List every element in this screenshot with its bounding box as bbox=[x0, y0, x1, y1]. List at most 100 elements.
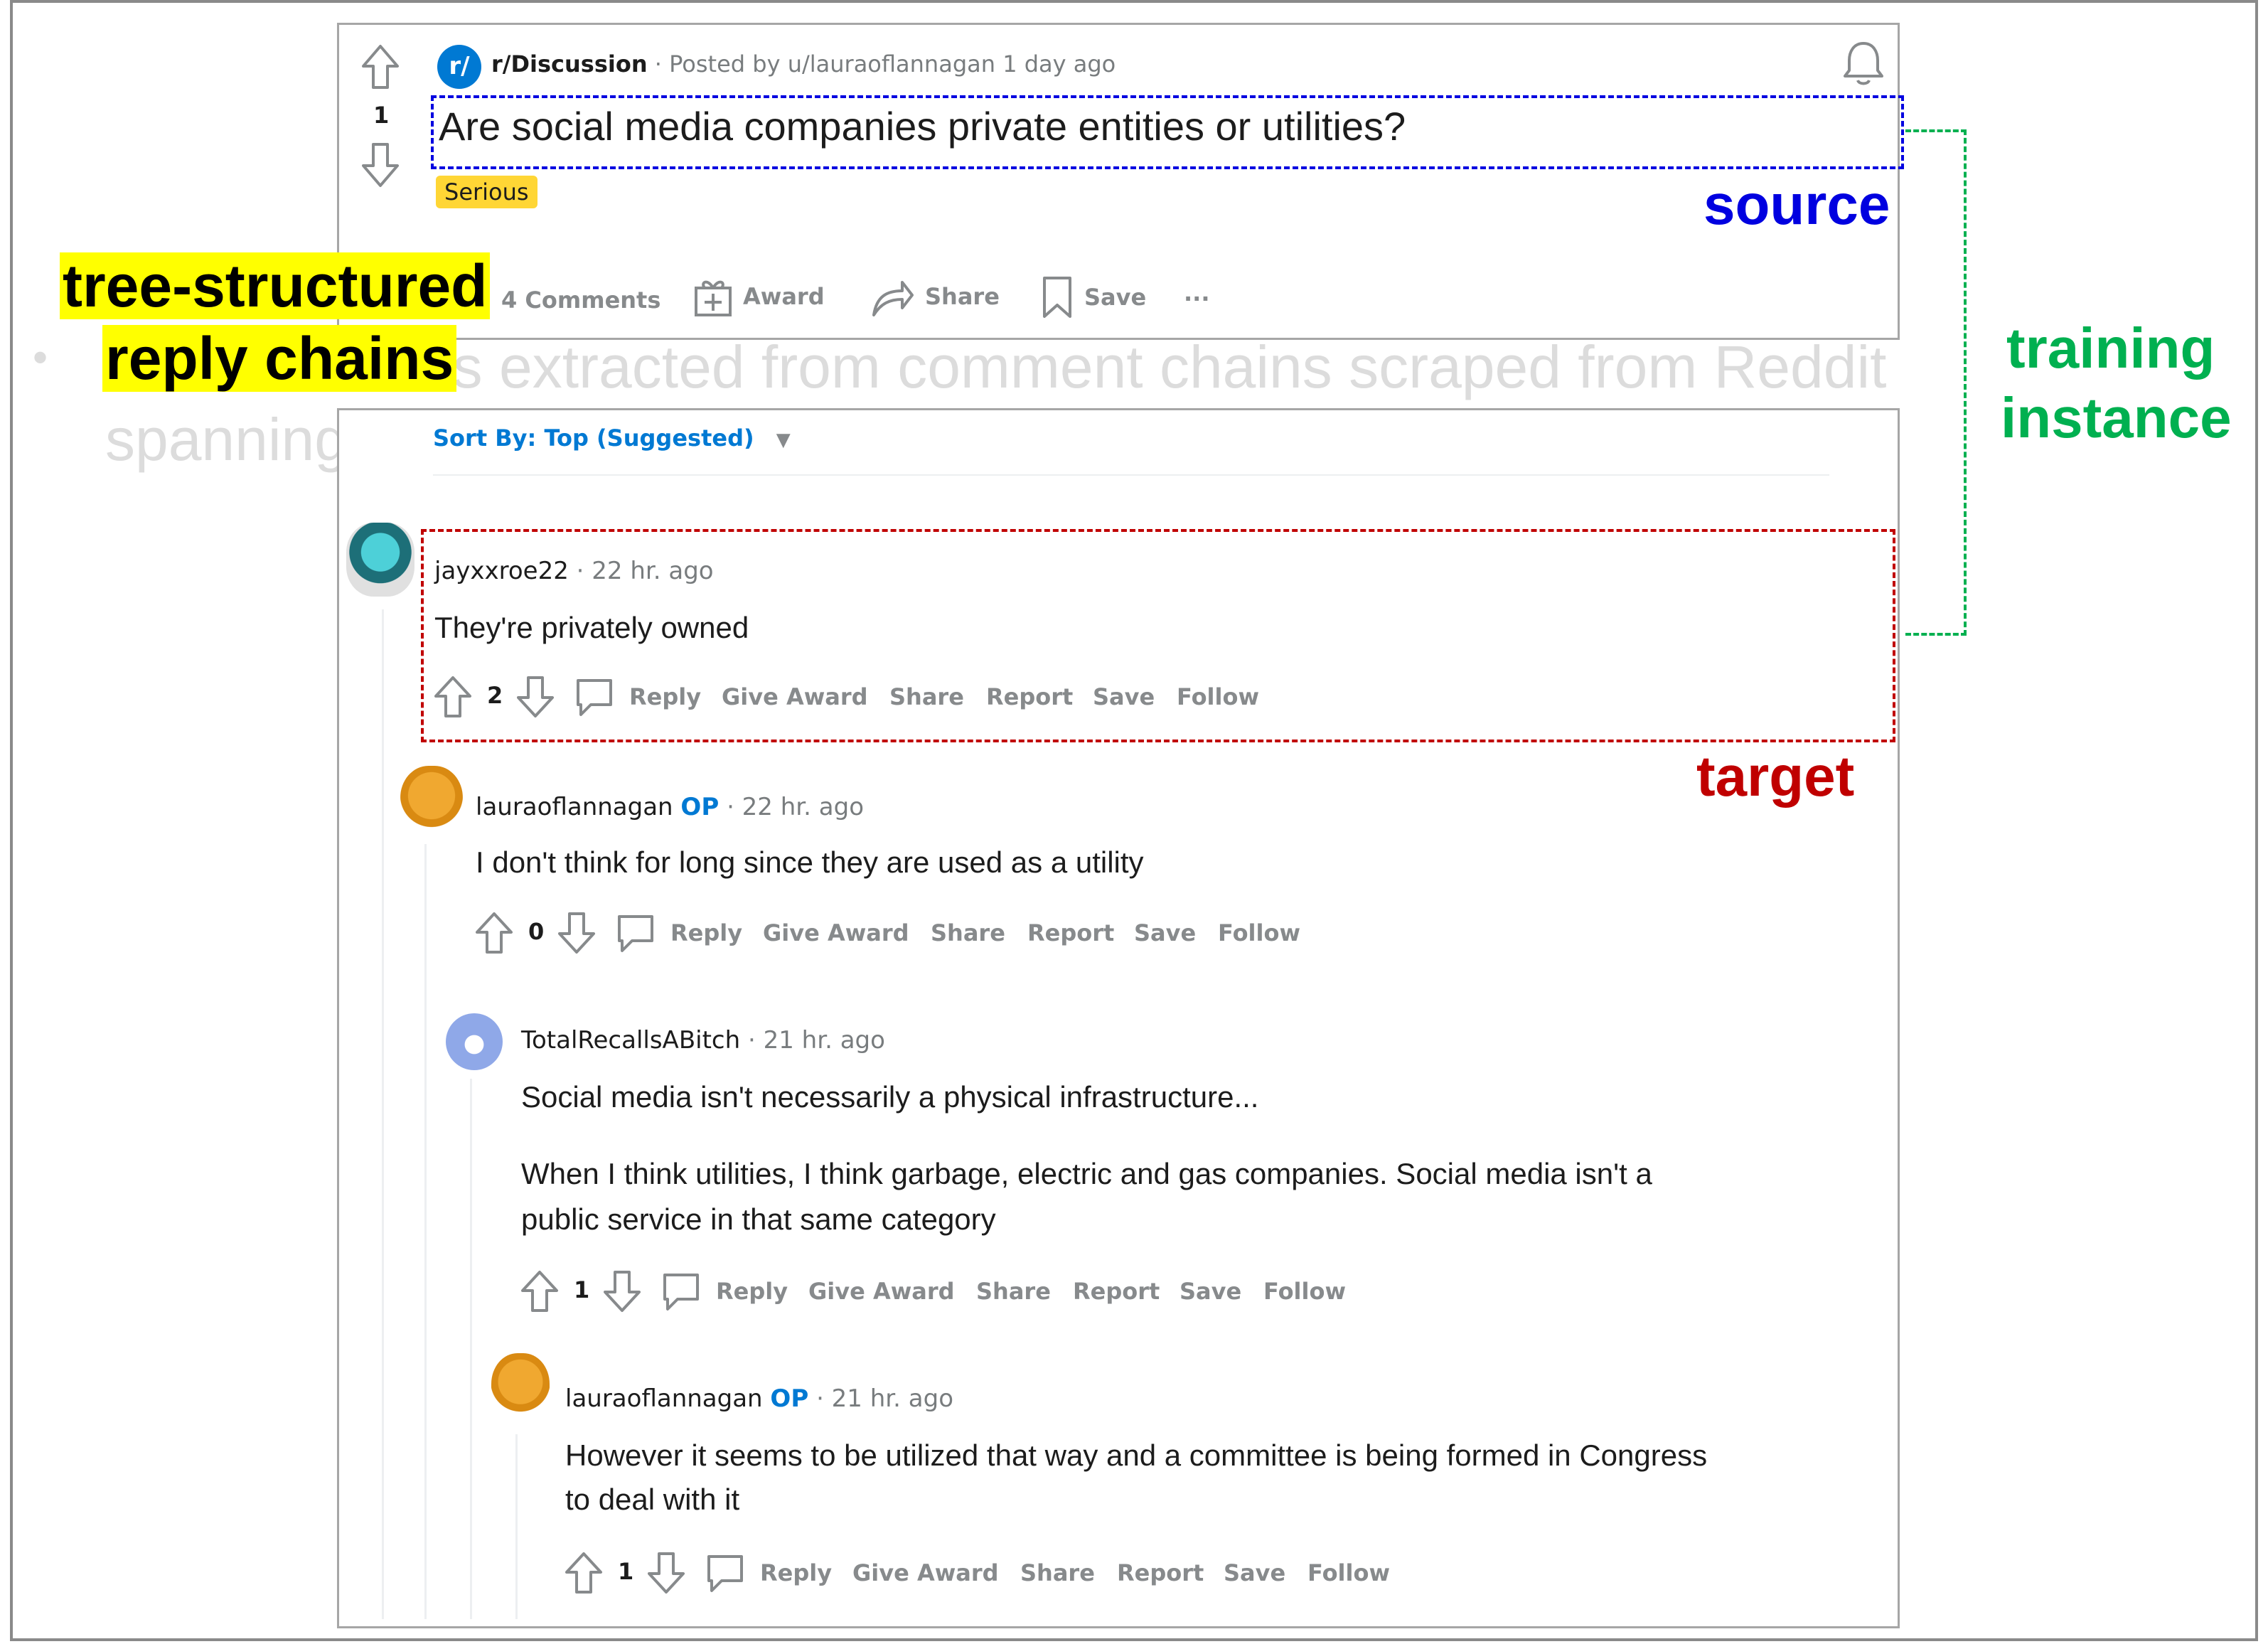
background-text-line2: spanning bbox=[105, 406, 348, 473]
avatar[interactable] bbox=[491, 1353, 550, 1421]
reply-button[interactable]: Reply bbox=[670, 919, 742, 946]
reply-button[interactable]: Reply bbox=[716, 1278, 788, 1305]
comment-body: I don't think for long since they are us… bbox=[476, 845, 1144, 879]
post-card: 1 r/ r/Discussion · Posted by u/lauraofl… bbox=[337, 23, 1900, 340]
thread-line bbox=[470, 1079, 472, 1619]
save-button[interactable]: Save bbox=[1040, 275, 1146, 319]
vote-count: 1 bbox=[618, 1558, 634, 1585]
upvote-icon[interactable] bbox=[360, 43, 400, 90]
training-label-line1: training bbox=[2006, 316, 2215, 380]
thread-line bbox=[382, 609, 384, 1619]
comment-time[interactable]: · 21 hr. ago bbox=[748, 1026, 885, 1055]
bookmark-icon bbox=[1043, 277, 1071, 318]
comment-icon bbox=[707, 1555, 743, 1592]
reply-label: Reply bbox=[716, 1278, 788, 1305]
give-award-label: Give Award bbox=[808, 1278, 955, 1305]
give-award-button[interactable]: Give Award bbox=[808, 1278, 955, 1305]
chevron-down-icon: ▼ bbox=[776, 429, 791, 451]
background-bullet: • bbox=[33, 333, 48, 381]
comment-actions: 0 Reply Give Award Share Report Save Fol… bbox=[469, 909, 1464, 959]
follow-button[interactable]: Follow bbox=[1263, 1278, 1346, 1305]
save-button[interactable]: Save bbox=[1134, 919, 1196, 946]
reply-label: Reply bbox=[670, 919, 743, 946]
comment-author: TotalRecallsABitch · 21 hr. ago bbox=[521, 1026, 885, 1055]
avatar[interactable] bbox=[346, 523, 414, 597]
share-button[interactable]: Share bbox=[931, 919, 1005, 946]
sort-dropdown[interactable]: Sort By: Top (Suggested) ▼ bbox=[433, 425, 791, 452]
downvote-icon[interactable] bbox=[646, 1551, 686, 1595]
give-award-label: Give Award bbox=[763, 919, 909, 946]
share-icon bbox=[872, 281, 914, 316]
comment-author: lauraoflannagan OP · 21 hr. ago bbox=[565, 1384, 953, 1413]
tree-label-line2: reply chains bbox=[102, 324, 457, 393]
downvote-icon[interactable] bbox=[602, 1269, 642, 1313]
username[interactable]: lauraoflannagan bbox=[476, 793, 673, 821]
more-icon: ··· bbox=[1184, 285, 1210, 312]
comment-body: public service in that same category bbox=[521, 1202, 996, 1236]
comment-actions: 1 Reply Give Award Share Report Save Fol… bbox=[558, 1549, 1553, 1599]
subreddit-icon[interactable]: r/ bbox=[437, 45, 481, 89]
vote-count: 0 bbox=[528, 918, 545, 945]
avatar[interactable] bbox=[446, 1013, 503, 1070]
share-button[interactable]: Share bbox=[976, 1278, 1051, 1305]
save-button[interactable]: Save bbox=[1180, 1278, 1241, 1305]
upvote-icon[interactable] bbox=[564, 1551, 604, 1595]
downvote-icon[interactable] bbox=[360, 142, 400, 188]
award-icon bbox=[695, 280, 732, 316]
comment-body: to deal with it bbox=[565, 1483, 740, 1516]
comment-body: However it seems to be utilized that way… bbox=[565, 1438, 1708, 1472]
comment-author: lauraoflannagan OP · 22 hr. ago bbox=[476, 793, 864, 821]
share-button[interactable]: Share bbox=[870, 275, 1000, 318]
reply-label: Reply bbox=[760, 1559, 833, 1586]
save-button[interactable]: Save bbox=[1224, 1559, 1285, 1586]
op-badge: OP bbox=[770, 1384, 809, 1413]
target-label: target bbox=[1696, 744, 1855, 808]
source-box bbox=[431, 95, 1904, 169]
username[interactable]: TotalRecallsABitch bbox=[521, 1026, 740, 1055]
comment-body: When I think utilities, I think garbage,… bbox=[521, 1157, 1652, 1190]
username[interactable]: lauraoflannagan bbox=[565, 1384, 763, 1413]
follow-label: Follow bbox=[1263, 1278, 1347, 1305]
save-label: Save bbox=[1180, 1278, 1242, 1305]
share-button[interactable]: Share bbox=[1020, 1559, 1095, 1586]
posted-by[interactable]: · Posted by u/lauraoflannagan 1 day ago bbox=[655, 50, 1116, 78]
follow-label: Follow bbox=[1307, 1559, 1391, 1586]
report-button[interactable]: Report bbox=[1027, 919, 1114, 946]
report-label: Report bbox=[1027, 919, 1115, 946]
report-label: Report bbox=[1117, 1559, 1204, 1586]
report-button[interactable]: Report bbox=[1073, 1278, 1160, 1305]
comment-time[interactable]: · 22 hr. ago bbox=[727, 793, 864, 821]
follow-button[interactable]: Follow bbox=[1218, 919, 1300, 946]
avatar[interactable] bbox=[400, 766, 463, 837]
tree-label-text2: reply chains bbox=[102, 325, 457, 392]
award-label: Award bbox=[743, 283, 825, 310]
comment-time[interactable]: · 21 hr. ago bbox=[816, 1384, 953, 1413]
downvote-icon[interactable] bbox=[557, 911, 597, 955]
reply-button[interactable]: Reply bbox=[760, 1559, 832, 1586]
post-vote-count: 1 bbox=[373, 102, 390, 129]
subreddit-name[interactable]: r/Discussion bbox=[491, 50, 648, 78]
more-options-button[interactable]: ··· bbox=[1184, 285, 1209, 312]
upvote-icon[interactable] bbox=[520, 1269, 560, 1313]
share-label: Share bbox=[931, 919, 1005, 946]
training-bracket bbox=[1905, 129, 1967, 636]
comments-label: 4 Comments bbox=[501, 287, 661, 314]
follow-button[interactable]: Follow bbox=[1307, 1559, 1390, 1586]
bell-icon[interactable] bbox=[1841, 39, 1886, 87]
upvote-icon[interactable] bbox=[474, 911, 514, 955]
comment-actions: 1 Reply Give Award Share Report Save Fol… bbox=[514, 1268, 1509, 1318]
comment-icon bbox=[663, 1274, 699, 1311]
award-button[interactable]: Award bbox=[693, 275, 825, 318]
comments-button[interactable]: 4 Comments bbox=[501, 287, 660, 314]
tree-label-text1: tree-structured bbox=[60, 252, 491, 319]
sort-label: Sort By: Top (Suggested) bbox=[433, 425, 754, 452]
share-label: Share bbox=[1020, 1559, 1095, 1586]
report-button[interactable]: Report bbox=[1117, 1559, 1204, 1586]
follow-label: Follow bbox=[1218, 919, 1301, 946]
give-award-button[interactable]: Give Award bbox=[763, 919, 909, 946]
sort-divider bbox=[433, 474, 1829, 476]
flair-badge[interactable]: Serious bbox=[436, 176, 537, 208]
comment-body: Social media isn't necessarily a physica… bbox=[521, 1080, 1259, 1114]
tree-label-line1: tree-structured bbox=[60, 252, 491, 321]
give-award-button[interactable]: Give Award bbox=[852, 1559, 999, 1586]
